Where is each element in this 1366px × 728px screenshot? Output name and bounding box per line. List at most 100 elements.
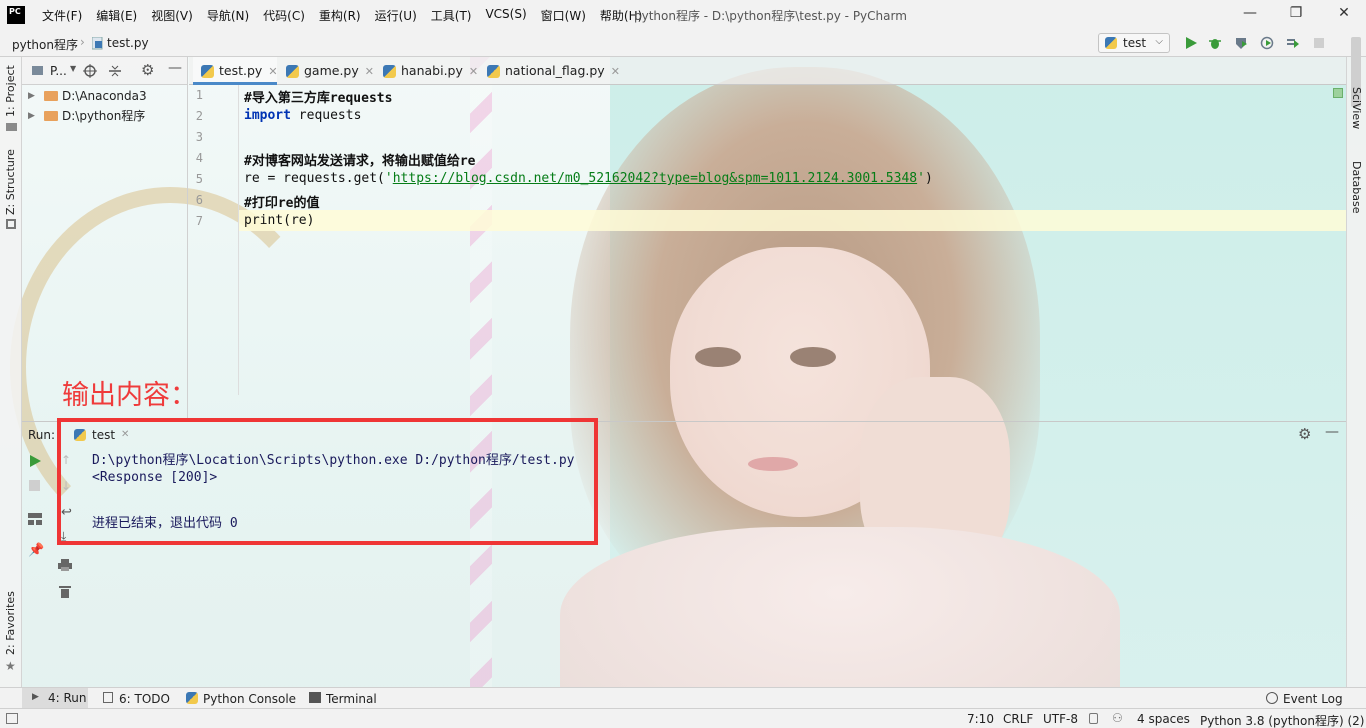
python-interpreter[interactable]: Python 3.8 (python程序) (2): [1200, 712, 1364, 728]
code-line-1[interactable]: #导入第三方库requests: [244, 87, 392, 106]
code-line-2[interactable]: import requests: [244, 108, 361, 123]
line-number: 2: [195, 109, 203, 123]
close-tab-icon[interactable]: ✕: [268, 65, 277, 78]
file-encoding[interactable]: UTF-8: [1043, 712, 1078, 726]
menu-run[interactable]: 运行(U): [368, 7, 424, 24]
menu-view[interactable]: 视图(V): [144, 7, 200, 24]
caret-position[interactable]: 7:10: [967, 712, 994, 726]
url-link[interactable]: https://blog.csdn.net/m0_52162042?type=b…: [393, 171, 917, 186]
menu-tools[interactable]: 工具(T): [424, 7, 479, 24]
concurrency-diagram-icon[interactable]: [1286, 36, 1300, 50]
close-tab-icon[interactable]: ✕: [365, 65, 374, 78]
close-tab-icon[interactable]: ✕: [611, 65, 620, 78]
code-line-7[interactable]: print(re): [244, 213, 314, 228]
profile-icon[interactable]: [1260, 36, 1274, 50]
print-icon[interactable]: [58, 559, 72, 571]
gear-icon[interactable]: ⚙: [141, 61, 154, 79]
tool-window-project[interactable]: 1: Project: [4, 65, 17, 117]
tool-window-database[interactable]: Database: [1350, 161, 1363, 214]
star-icon: ★: [5, 659, 16, 673]
line-number: 1: [195, 88, 203, 102]
line-number-gutter: 1 2 3 4 5 6 7: [189, 85, 239, 395]
indent-setting[interactable]: 4 spaces: [1137, 712, 1190, 726]
folder-icon: [32, 66, 43, 75]
close-button[interactable]: ✕: [1334, 5, 1354, 25]
hide-panel-icon[interactable]: —: [1325, 424, 1339, 440]
tree-item-python-project[interactable]: ▶ D:\python程序: [22, 106, 187, 126]
menu-window[interactable]: 窗口(W): [534, 7, 593, 24]
tool-window-run[interactable]: ▶ 4: Run: [22, 688, 88, 708]
pin-icon[interactable]: 📌: [28, 543, 44, 558]
line-number: 7: [195, 214, 203, 228]
layout-icon[interactable]: [28, 513, 42, 525]
code-text: ): [924, 171, 933, 186]
tool-window-python-console[interactable]: Python Console: [203, 692, 296, 706]
line-number: 6: [195, 193, 203, 207]
expand-arrow-icon[interactable]: ▶: [28, 106, 35, 126]
line-separator[interactable]: CRLF: [1003, 712, 1033, 726]
project-panel-title[interactable]: P...: [50, 64, 67, 78]
stop-icon[interactable]: [29, 480, 41, 492]
annotation-label: 输出内容：: [62, 380, 197, 411]
run-icon: ▶: [32, 692, 39, 702]
menu-refactor[interactable]: 重构(R): [312, 7, 368, 24]
tab-label: test.py: [219, 63, 263, 78]
tool-window-structure[interactable]: Z: Structure: [4, 149, 17, 215]
locate-target-icon[interactable]: [83, 64, 97, 78]
gear-icon[interactable]: ⚙: [1298, 425, 1311, 443]
menu-edit[interactable]: 编辑(E): [89, 7, 144, 24]
code-line-4[interactable]: #对博客网站发送请求，将输出赋值给re: [244, 150, 475, 169]
tool-window-favorites[interactable]: 2: Favorites: [4, 591, 17, 655]
menu-file[interactable]: 文件(F): [35, 7, 89, 24]
trash-icon[interactable]: [59, 585, 71, 598]
tool-window-terminal[interactable]: Terminal: [326, 692, 377, 706]
code-line-5[interactable]: re = requests.get('https://blog.csdn.net…: [244, 171, 933, 186]
run-with-coverage-icon[interactable]: [1234, 36, 1248, 50]
breadcrumb-project[interactable]: python程序: [12, 36, 78, 53]
folder-icon: [44, 91, 58, 101]
menu-navigate[interactable]: 导航(N): [200, 7, 256, 24]
run-icon[interactable]: [1184, 36, 1198, 50]
tree-item-label: D:\python程序: [62, 109, 146, 123]
todo-icon: [103, 692, 113, 703]
run-toolbar: 📌: [22, 447, 50, 567]
minimize-button[interactable]: —: [1240, 5, 1260, 25]
close-tab-icon[interactable]: ✕: [469, 65, 478, 78]
terminal-icon: [309, 692, 321, 703]
debug-icon[interactable]: [1208, 36, 1222, 50]
collapse-all-icon[interactable]: [109, 64, 121, 78]
lock-icon[interactable]: [1089, 713, 1098, 724]
run-configuration-select[interactable]: test ⌵: [1098, 33, 1170, 53]
tool-window-todo[interactable]: 6: TODO: [119, 692, 170, 706]
comment: #打印re的值: [244, 196, 320, 211]
status-bar-toggle-icon[interactable]: [6, 713, 18, 724]
tab-test-py[interactable]: test.py ✕: [193, 57, 278, 85]
stop-icon[interactable]: [1312, 36, 1326, 50]
dropdown-arrow-icon[interactable]: ▼: [70, 64, 76, 73]
inspection-status-icon[interactable]: [1333, 88, 1343, 98]
expand-arrow-icon[interactable]: ▶: [28, 86, 35, 106]
tool-window-sciview[interactable]: SciView: [1350, 87, 1363, 129]
tab-national-flag-py[interactable]: national_flag.py ✕: [479, 57, 620, 85]
status-bar: 7:10 CRLF UTF-8 ⚇ 4 spaces Python 3.8 (p…: [0, 708, 1366, 728]
editor-tabs: test.py ✕ game.py ✕ hanabi.py ✕ national_fl…: [189, 57, 1346, 85]
tab-hanabi-py[interactable]: hanabi.py ✕: [375, 57, 478, 85]
run-config-label: test: [1123, 36, 1147, 50]
tab-game-py[interactable]: game.py ✕: [278, 57, 374, 85]
breadcrumb-file[interactable]: test.py: [107, 36, 149, 50]
tree-item-anaconda[interactable]: ▶ D:\Anaconda3: [22, 86, 187, 106]
menu-code[interactable]: 代码(C): [256, 7, 312, 24]
rerun-icon[interactable]: [29, 455, 41, 467]
tool-window-event-log[interactable]: Event Log: [1283, 692, 1343, 706]
code-text: requests: [290, 108, 362, 123]
hide-panel-icon[interactable]: —: [168, 60, 182, 76]
line-number: 3: [195, 130, 203, 144]
git-icon[interactable]: ⚇: [1112, 711, 1123, 725]
python-console-icon: [186, 692, 198, 704]
menu-vcs[interactable]: VCS(S): [478, 7, 533, 24]
navigation-bar: python程序 › test.py test ⌵: [0, 30, 1366, 57]
maximize-button[interactable]: ❐: [1286, 5, 1306, 25]
comment: #对博客网站发送请求，将输出赋值给re: [244, 154, 476, 169]
comment: #导入第三方库requests: [244, 91, 393, 106]
code-line-6[interactable]: #打印re的值: [244, 192, 319, 211]
